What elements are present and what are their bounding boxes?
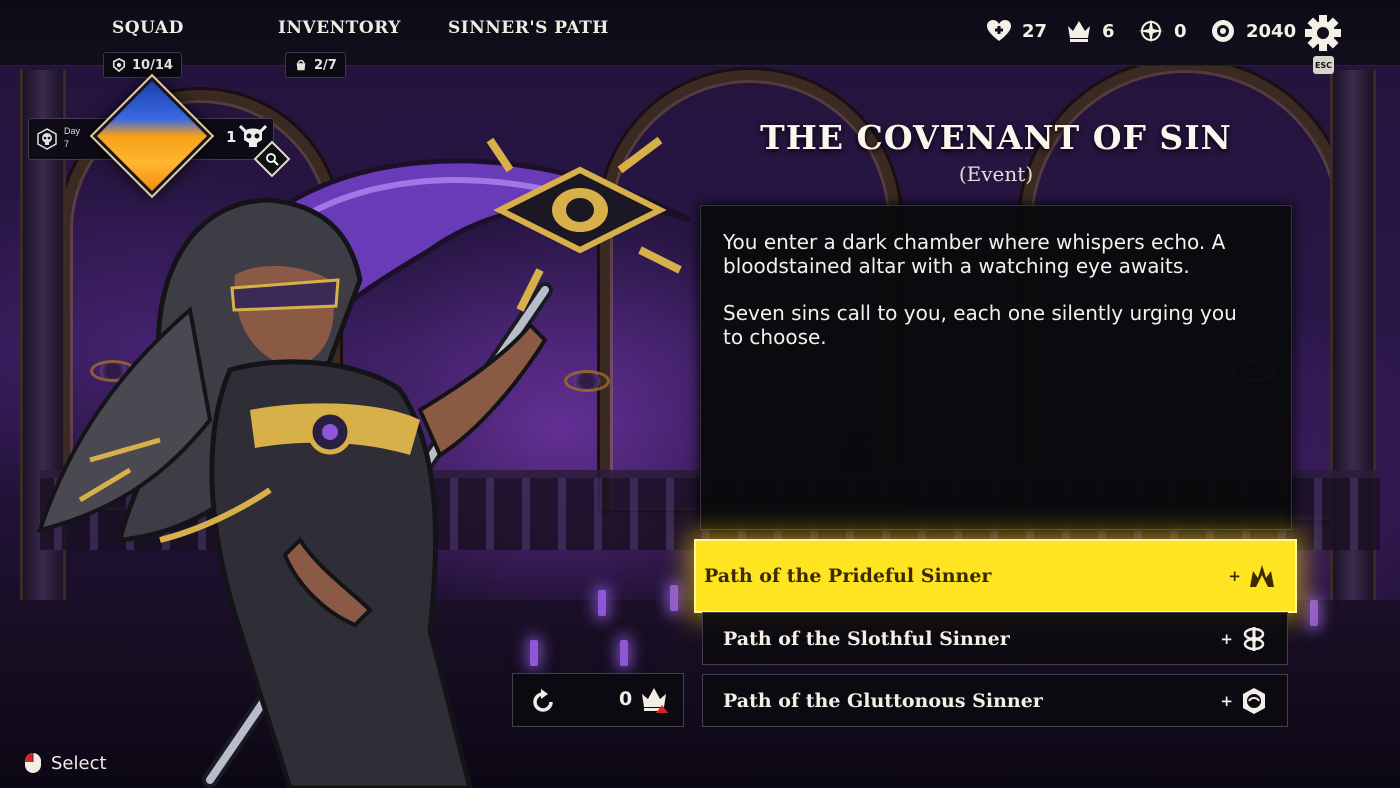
gluttony-sin-icon [1243, 687, 1265, 714]
health-value: 27 [1022, 20, 1048, 42]
reward-prefix: + [1220, 691, 1233, 710]
choice-label: Path of the Gluttonous Sinner [723, 689, 1043, 712]
health-stat: 27 [986, 18, 1047, 44]
compass-value: 0 [1174, 20, 1187, 42]
top-bar [0, 0, 1400, 66]
hint-label: Select [51, 752, 107, 774]
reroll-icon [533, 689, 553, 712]
event-subtitle: (Event) [958, 162, 1034, 186]
mouse-left-click-icon [25, 753, 41, 773]
choice-prideful-sinner[interactable]: Path of the Prideful Sinner + [694, 539, 1297, 613]
reroll-count: 0 [619, 688, 633, 710]
choice-label: Path of the Prideful Sinner [704, 565, 992, 587]
crown-icon [642, 688, 668, 713]
control-hint: Select [24, 752, 107, 774]
day-number: 7 [64, 139, 70, 149]
crowns-stat: 6 [1066, 18, 1115, 44]
event-paragraph: You enter a dark chamber where whispers … [723, 230, 1226, 278]
inventory-count-badge: 2/7 [285, 52, 346, 78]
reward-prefix: + [1228, 567, 1241, 585]
event-title: THE COVENANT OF SIN [760, 118, 1232, 157]
inventory-bag-icon [296, 59, 306, 71]
event-description-panel: You enter a dark chamber where whispers … [700, 205, 1292, 530]
nav-inventory[interactable]: INVENTORY [278, 18, 401, 38]
squad-count: 10/14 [132, 57, 173, 73]
horned-skull-icon [238, 124, 268, 147]
currency-stat: 2040 [1210, 18, 1296, 44]
choice-label: Path of the Slothful Sinner [723, 627, 1010, 650]
squad-count-badge: 10/14 [103, 52, 182, 78]
nav-squad[interactable]: SQUAD [112, 18, 184, 38]
skull-count: 1 [226, 128, 237, 146]
compass-stat: 0 [1138, 18, 1187, 44]
gear-icon[interactable] [1304, 14, 1342, 52]
heart-plus-icon [987, 20, 1011, 41]
esc-shortcut-badge: ESC [1313, 56, 1334, 74]
candle [1310, 600, 1318, 626]
currency-value: 2040 [1246, 20, 1297, 42]
pride-sin-icon [1250, 565, 1274, 587]
skull-emblem-icon [37, 128, 57, 150]
sloth-sin-icon [1243, 626, 1265, 651]
choice-gluttonous-sinner[interactable]: Path of the Gluttonous Sinner + [702, 674, 1288, 727]
nav-sinners-path[interactable]: SINNER'S PATH [448, 18, 609, 38]
choice-reward: + [1220, 686, 1269, 716]
inventory-count: 2/7 [314, 57, 337, 73]
reroll-button[interactable]: 0 [512, 673, 684, 727]
choice-reward: + [1228, 561, 1277, 591]
day-label: Day [64, 126, 81, 136]
event-description: You enter a dark chamber where whispers … [723, 230, 1257, 372]
coin-icon [1212, 20, 1234, 42]
event-paragraph: Seven sins call to you, each one silentl… [723, 301, 1237, 349]
squad-shield-icon [112, 58, 126, 72]
choice-reward: + [1220, 624, 1269, 654]
crown-icon [1068, 21, 1090, 42]
choice-slothful-sinner[interactable]: Path of the Slothful Sinner + [702, 612, 1288, 665]
magnifier-icon [266, 153, 279, 166]
reward-prefix: + [1220, 629, 1233, 648]
crowns-value: 6 [1102, 20, 1115, 42]
compass-icon [1139, 19, 1163, 43]
